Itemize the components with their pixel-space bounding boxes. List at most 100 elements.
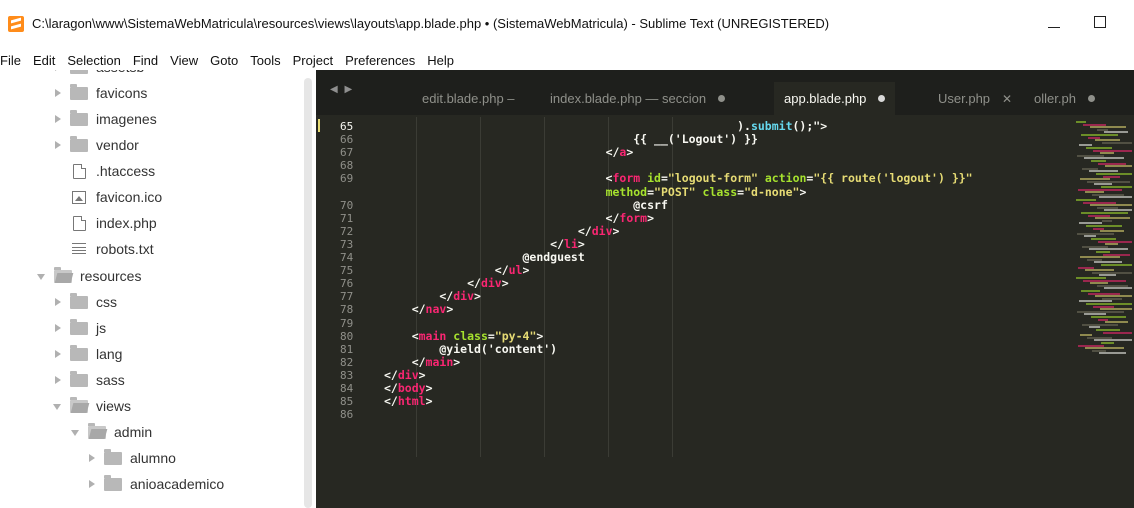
folder-icon bbox=[70, 83, 88, 100]
unsaved-dot-icon[interactable] bbox=[878, 95, 886, 102]
minimize-button[interactable] bbox=[1042, 12, 1066, 36]
sidebar-item-css[interactable]: css bbox=[52, 289, 117, 315]
tab-navigation-arrows[interactable]: ◀ ▶ bbox=[330, 84, 354, 95]
line-number: 83 bbox=[340, 368, 354, 382]
menu-item-help[interactable]: Help bbox=[421, 53, 460, 68]
expand-right-arrow-icon[interactable] bbox=[52, 296, 64, 308]
code-token: main bbox=[425, 354, 454, 369]
code-line: @yield('content') bbox=[384, 342, 557, 356]
code-token: class bbox=[702, 184, 738, 199]
code-token: = bbox=[487, 328, 495, 343]
code-token: div bbox=[397, 367, 419, 382]
minimap-line bbox=[1103, 331, 1132, 334]
code-line: </html> bbox=[384, 394, 433, 408]
sidebar-item-alumno[interactable]: alumno bbox=[86, 445, 176, 471]
line-number: 85 bbox=[340, 395, 354, 409]
code-token: > bbox=[501, 276, 509, 291]
expand-down-arrow-icon[interactable] bbox=[52, 400, 64, 412]
sidebar-item-lang[interactable]: lang bbox=[52, 341, 122, 367]
menu-item-find[interactable]: Find bbox=[127, 53, 164, 68]
expand-right-arrow-icon[interactable] bbox=[52, 322, 64, 334]
expand-right-arrow-icon[interactable] bbox=[86, 478, 98, 490]
open-folder-icon bbox=[70, 396, 88, 413]
tab-index-blade-php-seccion[interactable]: index.blade.php — seccion bbox=[540, 82, 735, 115]
tab-label: index.blade.php — seccion bbox=[550, 91, 707, 106]
code-token: li bbox=[564, 236, 578, 251]
minimap[interactable] bbox=[1066, 117, 1134, 477]
sidebar-item-label: js bbox=[96, 320, 107, 336]
expand-down-arrow-icon[interactable] bbox=[70, 426, 82, 438]
sidebar-item-anioacademico[interactable]: anioacademico bbox=[86, 471, 224, 497]
sidebar-item-label: resources bbox=[80, 268, 142, 284]
sidebar-item-label: index.php bbox=[96, 215, 157, 231]
tab-user-php[interactable]: User.php ✕ bbox=[928, 82, 1022, 115]
sidebar-item-label: vendor bbox=[96, 137, 139, 153]
expand-right-arrow-icon[interactable] bbox=[52, 113, 64, 125]
tab-label: app.blade.php bbox=[784, 91, 867, 106]
expand-right-arrow-icon[interactable] bbox=[52, 374, 64, 386]
menu-item-selection[interactable]: Selection bbox=[61, 53, 126, 68]
tab-bar: ◀ ▶ edit.blade.php – index.blade.php — se… bbox=[316, 70, 1134, 115]
tab-edit-blade-php[interactable]: edit.blade.php – bbox=[412, 82, 525, 115]
code-token: > bbox=[453, 354, 461, 369]
sidebar-item-vendor[interactable]: vendor bbox=[52, 132, 139, 158]
sidebar-item-index-php[interactable]: index.php bbox=[70, 210, 157, 236]
sidebar-item-label: views bbox=[96, 398, 132, 414]
code-line: </form> bbox=[384, 211, 655, 225]
maximize-button[interactable] bbox=[1094, 16, 1106, 28]
sidebar-item-views[interactable]: views bbox=[52, 393, 131, 419]
menu-item-view[interactable]: View bbox=[164, 53, 204, 68]
sidebar-item-imagenes[interactable]: imagenes bbox=[52, 106, 157, 132]
code-line: </li> bbox=[384, 237, 585, 251]
menu-item-goto[interactable]: Goto bbox=[204, 53, 244, 68]
code-line: </a> bbox=[384, 145, 634, 159]
expand-right-arrow-icon[interactable] bbox=[52, 87, 64, 99]
tab-oller-ph[interactable]: oller.ph bbox=[1024, 82, 1105, 115]
minimap-line bbox=[1099, 352, 1126, 355]
sidebar-item-js[interactable]: js bbox=[52, 315, 106, 341]
code-token: </ bbox=[384, 289, 454, 304]
minimap-line bbox=[1091, 316, 1126, 318]
sidebar-item-htaccess[interactable]: .htaccess bbox=[70, 158, 155, 184]
code-token: > bbox=[425, 394, 433, 409]
code-token: > bbox=[577, 236, 585, 251]
sidebar-item-label: imagenes bbox=[96, 111, 157, 127]
sidebar-item-robots-txt[interactable]: robots.txt bbox=[70, 236, 154, 262]
minimap-line bbox=[1101, 264, 1132, 266]
close-tab-icon[interactable]: ✕ bbox=[1002, 92, 1012, 106]
line-number: 73 bbox=[340, 237, 354, 251]
sidebar-item-resources[interactable]: resources bbox=[36, 263, 141, 289]
unsaved-dot-icon[interactable] bbox=[718, 95, 726, 102]
code-token: </ bbox=[384, 394, 398, 409]
sidebar-scrollbar[interactable] bbox=[304, 78, 312, 508]
expand-right-arrow-icon[interactable] bbox=[52, 348, 64, 360]
code-area[interactable]: ).submit();"> {{ __('Logout') }} </a> <f… bbox=[384, 117, 1064, 508]
code-token: > bbox=[446, 302, 454, 317]
expand-right-arrow-icon[interactable] bbox=[86, 452, 98, 464]
menu-item-preferences[interactable]: Preferences bbox=[339, 53, 421, 68]
sidebar-item-admin[interactable]: admin bbox=[70, 419, 152, 445]
menu-item-project[interactable]: Project bbox=[287, 53, 339, 68]
sidebar-item-label: css bbox=[96, 294, 117, 310]
unsaved-dot-icon[interactable] bbox=[1087, 95, 1095, 102]
sidebar-item-favicon-ico[interactable]: favicon.ico bbox=[70, 184, 162, 210]
expand-down-arrow-icon[interactable] bbox=[36, 270, 48, 282]
tab-app-blade-php[interactable]: app.blade.php bbox=[774, 82, 896, 115]
code-token: </ bbox=[384, 367, 398, 382]
menu-item-edit[interactable]: Edit bbox=[27, 53, 61, 68]
code-token: html bbox=[397, 394, 426, 409]
code-line: </main> bbox=[384, 354, 461, 369]
line-number: 77 bbox=[340, 290, 354, 304]
menu-item-tools[interactable]: Tools bbox=[244, 53, 286, 68]
modified-line-marker bbox=[318, 119, 320, 132]
sidebar-item-label: favicons bbox=[96, 85, 148, 101]
sidebar-item-sass[interactable]: sass bbox=[52, 367, 125, 393]
file-icon bbox=[73, 215, 86, 231]
code-line: ).submit();"> bbox=[384, 119, 827, 133]
line-number: 66 bbox=[340, 133, 354, 147]
expand-right-arrow-icon[interactable] bbox=[52, 139, 64, 151]
folder-icon bbox=[70, 292, 88, 309]
sidebar-item-favicons[interactable]: favicons bbox=[52, 80, 147, 106]
menu-item-file[interactable]: File bbox=[0, 53, 27, 68]
